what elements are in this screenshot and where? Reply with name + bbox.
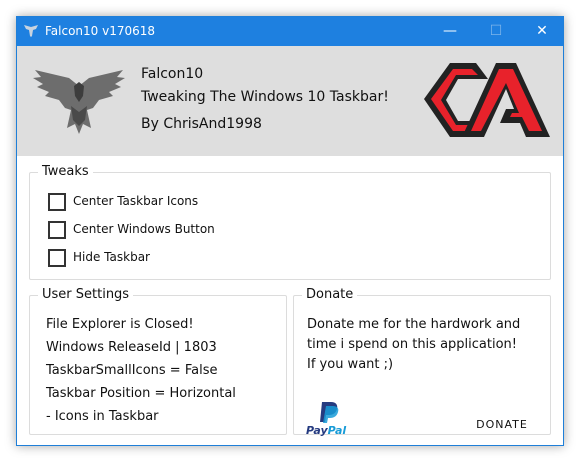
donate-message-line: Donate me for the hardwork and	[307, 317, 521, 332]
app-window: Falcon10 v170618 — ☐ ✕ Falcon10 Tweaking…	[16, 16, 564, 446]
user-settings-title: User Settings	[38, 286, 134, 304]
settings-line: Windows ReleaseId | 1803	[46, 340, 217, 355]
window-title: Falcon10 v170618	[45, 24, 156, 38]
author-label: By ChrisAnd1998	[141, 116, 262, 132]
tweaks-title: Tweaks	[38, 163, 93, 181]
app-name: Falcon10	[141, 66, 204, 82]
title-bar[interactable]: Falcon10 v170618 — ☐ ✕	[17, 17, 563, 46]
donate-message-line: If you want ;)	[307, 357, 394, 372]
donate-group: Donate Donate me for the hardwork and ti…	[293, 286, 551, 437]
ca-logo	[424, 63, 550, 137]
paypal-logo-text: PayPal	[306, 424, 347, 437]
eagle-icon	[24, 25, 38, 37]
user-settings-group: User Settings File Explorer is Closed! W…	[29, 286, 287, 435]
tweaks-group: Tweaks Center Taskbar Icons Center Windo…	[29, 163, 551, 280]
checkbox-label: Hide Taskbar	[73, 250, 150, 264]
hide-taskbar-checkbox[interactable]	[48, 249, 66, 267]
eagle-icon	[33, 70, 125, 134]
checkbox-label: Center Windows Button	[73, 222, 215, 236]
app-header: Falcon10 Tweaking The Windows 10 Taskbar…	[17, 46, 563, 156]
donate-title: Donate	[302, 286, 358, 304]
paypal-icon	[320, 402, 339, 423]
checkbox-label: Center Taskbar Icons	[73, 194, 199, 208]
minimize-button[interactable]: —	[427, 17, 473, 46]
center-taskbar-icons-checkbox[interactable]	[48, 193, 66, 211]
app-tagline: Tweaking The Windows 10 Taskbar!	[141, 89, 389, 105]
settings-line: - Icons in Taskbar	[46, 409, 159, 424]
close-button[interactable]: ✕	[519, 17, 565, 46]
center-windows-button-checkbox[interactable]	[48, 221, 66, 239]
settings-line: File Explorer is Closed!	[46, 317, 194, 332]
donate-button[interactable]: DONATE	[466, 414, 538, 436]
settings-line: Taskbar Position = Horizontal	[46, 386, 236, 401]
donate-message-line: time i spend on this application!	[307, 337, 517, 352]
maximize-button[interactable]: ☐	[473, 17, 519, 46]
settings-line: TaskbarSmallIcons = False	[46, 363, 218, 378]
